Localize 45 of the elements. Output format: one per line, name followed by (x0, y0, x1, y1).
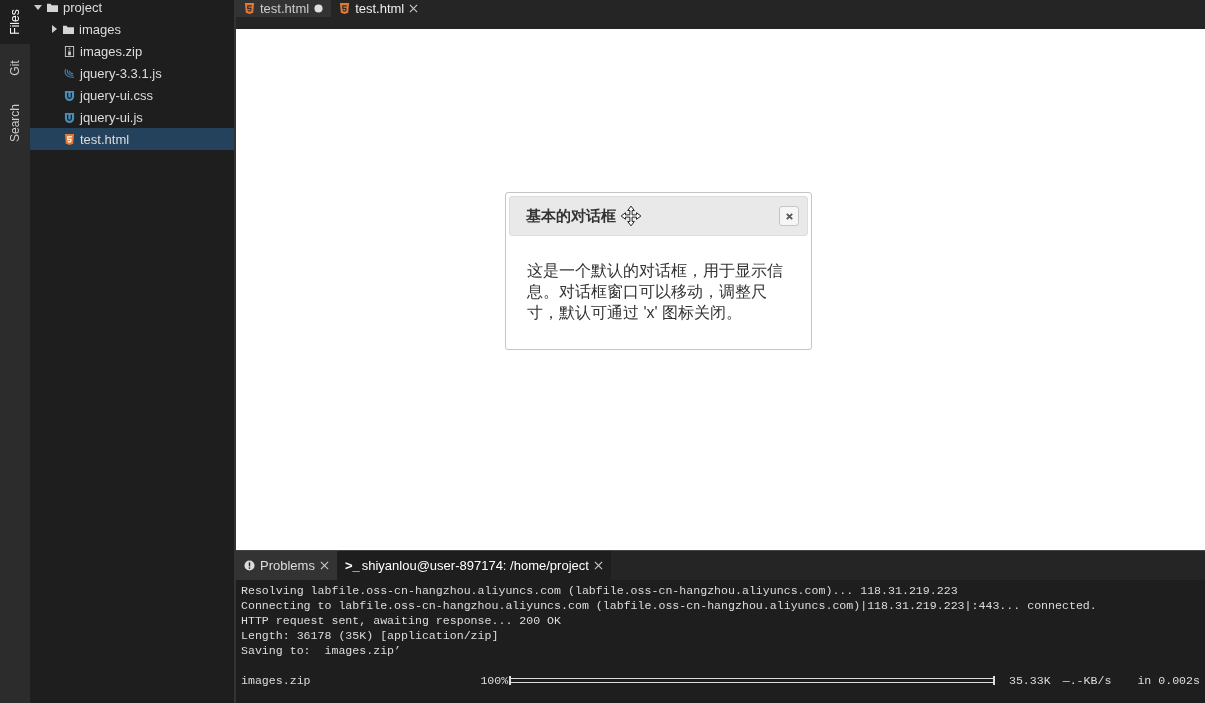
editor-tab[interactable]: test.html (236, 0, 332, 17)
shield-icon (64, 89, 75, 101)
html-file-icon (64, 133, 75, 145)
html-file-icon (339, 3, 351, 14)
dialog-title: 基本的对话框 (526, 206, 616, 226)
file-tree-item[interactable]: test.html (30, 128, 234, 150)
terminal-line: Saving to: images.zip’ (241, 643, 403, 658)
terminal-line: Length: 36178 (35K) [application/zip] (241, 628, 500, 643)
file-tree-item[interactable]: images (30, 18, 234, 40)
close-button[interactable] (779, 206, 799, 226)
terminal-percent: 100% (480, 673, 509, 688)
terminal-speed: —.-KB/s (1062, 673, 1112, 688)
panel-tab[interactable]: Problems (236, 551, 337, 580)
terminal-line: Connecting to labfile.oss-cn-hangzhou.aliyuncs.com (labfile.oss-cn-hangzhou.aliyuncs.com)|118.31.219.223|:443... connected. (241, 598, 1098, 613)
terminal-size: 35.33K (1008, 673, 1051, 688)
close-icon (784, 211, 794, 221)
file-tree-item[interactable]: jquery-3.3.1.js (30, 62, 234, 84)
file-tree-item[interactable]: project (30, 0, 234, 18)
folder-icon (47, 1, 58, 13)
info-icon (244, 560, 255, 571)
shield-icon (64, 111, 75, 123)
panel-tab[interactable]: >_shiyanlou@user-897174: /home/project (336, 551, 611, 580)
caret-right-icon (50, 25, 58, 33)
file-tree-item[interactable]: jquery-ui.js (30, 106, 234, 128)
terminal-time: in 0.002s (1137, 673, 1200, 688)
activity-tab[interactable]: Search (0, 92, 30, 154)
move-cursor-icon (620, 205, 642, 227)
activity-tab[interactable]: Git (0, 44, 30, 92)
file-tree-item[interactable]: images.zip (30, 40, 234, 62)
terminal-filename: images.zip (241, 673, 312, 688)
terminal-line: HTTP request sent, awaiting response... 200 OK (241, 613, 563, 628)
swirl-icon (64, 67, 75, 79)
dialog-titlebar[interactable]: 基本的对话框 (509, 196, 808, 236)
unsaved-dot-icon (314, 4, 324, 13)
folder-icon (63, 23, 74, 35)
close-icon[interactable] (409, 4, 419, 13)
html-file-icon (244, 3, 255, 14)
terminal-line: Resolving labfile.oss-cn-hangzhou.aliyuncs.com (labfile.oss-cn-hangzhou.aliyuncs.com)... 118.31.219.223 (241, 583, 959, 598)
zip-file-icon (64, 45, 75, 57)
file-tree-item[interactable]: jquery-ui.css (30, 84, 234, 106)
dialog-message: 这是一个默认的对话框，用于显示信息。对话框窗口可以移动，调整尺寸，默认可通过 'x' 图标关闭。 (526, 261, 784, 323)
close-icon[interactable] (593, 561, 603, 570)
caret-down-icon (34, 3, 42, 11)
close-icon[interactable] (319, 561, 329, 570)
activity-tab[interactable]: Files (0, 0, 30, 44)
